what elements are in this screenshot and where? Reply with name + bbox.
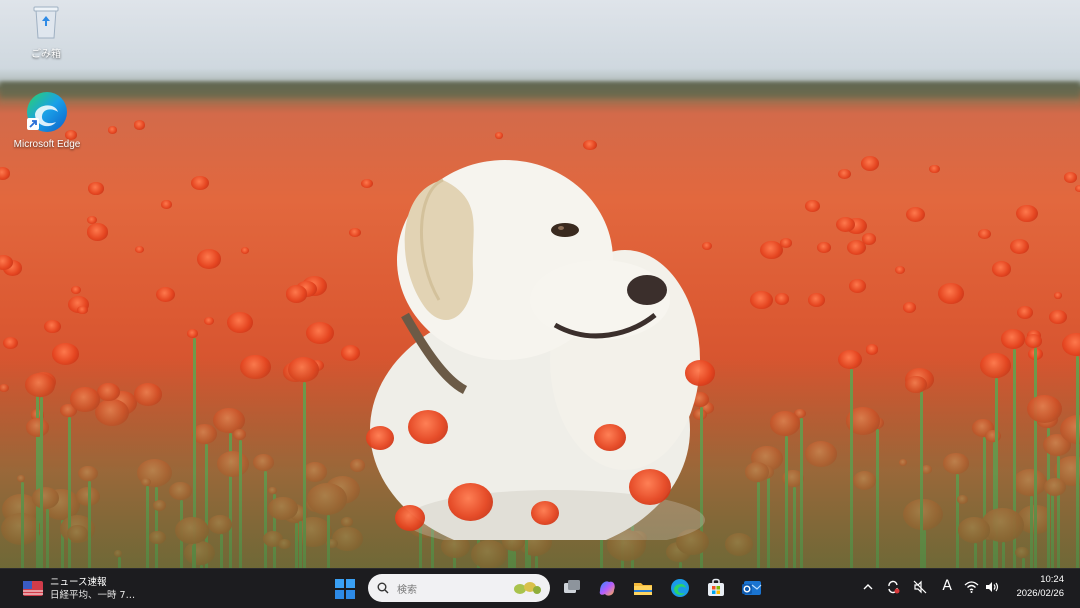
poppy-flower xyxy=(1000,329,1026,349)
chevron-up-icon[interactable] xyxy=(863,582,873,592)
poppy-flower xyxy=(1016,306,1033,320)
poppy-flower xyxy=(133,120,146,130)
poppy-flower xyxy=(196,249,222,270)
poppy-flower xyxy=(991,260,1012,277)
microsoft-store-icon[interactable] xyxy=(705,577,727,599)
poppy-flower xyxy=(1016,205,1038,223)
news-widget[interactable]: ニュース速報 日経平均、一時 7… xyxy=(22,576,135,602)
poppy-flower xyxy=(204,316,215,326)
clock-date: 2026/02/26 xyxy=(1016,588,1064,599)
recycle-bin-icon xyxy=(33,6,59,39)
poppy-flower xyxy=(76,305,88,315)
poppy-flower xyxy=(44,319,61,334)
poppy-flower xyxy=(395,505,425,531)
poppy-flower xyxy=(685,360,715,386)
edge-shortcut[interactable]: Microsoft Edge xyxy=(7,90,87,150)
poppy-flower xyxy=(905,206,926,223)
poppy-flower xyxy=(1049,310,1067,325)
wifi-icon[interactable] xyxy=(964,580,979,594)
poppy-flower xyxy=(408,410,448,444)
poppy-flower xyxy=(2,336,18,349)
poppy-flower xyxy=(805,200,820,212)
poppy-flower xyxy=(838,168,851,179)
poppy-flower xyxy=(774,293,790,306)
flag-icon xyxy=(23,581,43,596)
speaker-muted-icon[interactable] xyxy=(913,580,927,594)
poppy-flower xyxy=(156,286,175,303)
poppy-flower xyxy=(865,344,879,355)
volume-icon[interactable] xyxy=(985,580,1000,594)
desktop-icon-label: ごみ箱 xyxy=(31,49,61,60)
widget-title: ニュース速報 xyxy=(50,577,107,588)
poppy-flower xyxy=(366,426,394,450)
poppy-flower xyxy=(848,279,867,294)
clock-time: 10:24 xyxy=(1040,574,1064,585)
poppy-flower xyxy=(1053,292,1063,300)
clock[interactable]: 10:24 2026/02/26 xyxy=(1016,573,1064,601)
poppy-flower xyxy=(861,156,880,171)
desktop-wallpaper: ごみ箱 Microsoft Edge xyxy=(0,0,1080,568)
poppy-flower xyxy=(779,238,792,248)
file-explorer-icon[interactable] xyxy=(632,577,654,599)
poppy-flower xyxy=(161,200,172,209)
recycle-bin-shortcut[interactable]: ごみ箱 xyxy=(6,4,86,60)
poppy-flower xyxy=(1010,238,1029,254)
poppy-flower xyxy=(187,329,198,338)
poppy-flower xyxy=(846,239,866,256)
poppy-flower xyxy=(817,242,831,253)
poppy-flower xyxy=(938,283,965,305)
copilot-icon[interactable] xyxy=(596,577,618,599)
poppy-flower xyxy=(1063,171,1078,183)
poppy-flower xyxy=(894,266,906,275)
taskbar-search[interactable]: 検索 xyxy=(368,574,550,602)
poppy-flower xyxy=(0,167,10,180)
poppy-flower xyxy=(86,223,109,241)
sync-icon[interactable] xyxy=(886,580,900,594)
poppy-flower xyxy=(1061,333,1080,357)
poppy-flower xyxy=(190,175,210,191)
treeline-horizon xyxy=(0,82,1080,104)
poppy-flower xyxy=(305,322,334,345)
poppy-flower xyxy=(629,469,671,505)
edge-icon xyxy=(27,92,67,132)
search-icon xyxy=(377,582,389,594)
poppy-flower xyxy=(929,165,940,174)
poppy-flower xyxy=(135,245,145,253)
poppy-flower xyxy=(226,311,254,333)
poppy-flower xyxy=(594,424,626,452)
poppy-flower xyxy=(240,246,250,254)
ime-indicator[interactable]: A xyxy=(942,578,952,594)
taskbar: ニュース速報 日経平均、一時 7… 検索 A 10:24 2026/02/26 xyxy=(0,568,1080,608)
poppy-flower xyxy=(88,182,104,195)
edge-icon[interactable] xyxy=(669,577,691,599)
poppy-flower xyxy=(978,228,992,240)
search-highlight-icon xyxy=(514,582,541,594)
start-icon[interactable] xyxy=(335,579,355,599)
poppy-flower xyxy=(447,482,493,521)
poppy-flower xyxy=(1075,184,1080,193)
task-view-icon[interactable] xyxy=(561,577,583,599)
outlook-icon[interactable] xyxy=(741,577,763,599)
desktop-icon-label: Microsoft Edge xyxy=(13,139,81,150)
widget-headline: 日経平均、一時 7… xyxy=(50,590,136,601)
poppy-flower xyxy=(107,126,118,134)
search-placeholder: 検索 xyxy=(397,584,417,596)
poppy-flower xyxy=(531,501,559,525)
poppy-flower xyxy=(494,132,504,140)
poppy-flower xyxy=(750,291,773,310)
poppy-flower xyxy=(285,285,308,303)
poppy-flower xyxy=(1025,334,1043,348)
poppy-flower xyxy=(70,286,81,295)
poppy-flower xyxy=(902,302,916,313)
poppy-flower xyxy=(807,293,826,308)
poppy-flower xyxy=(583,139,598,151)
